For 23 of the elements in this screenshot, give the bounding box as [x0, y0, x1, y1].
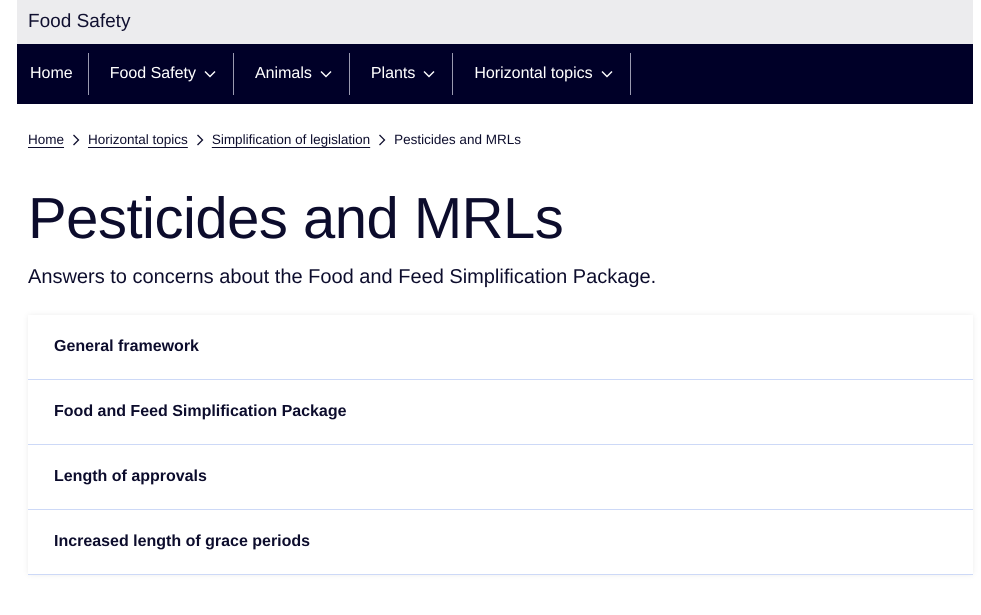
accordion-item[interactable]: Length of approvals [28, 445, 973, 510]
site-title: Food Safety [17, 0, 973, 44]
accordion-item[interactable]: General framework [28, 315, 973, 380]
page-subtitle: Answers to concerns about the Food and Feed Simplification Package. [28, 266, 658, 289]
chevron-down-icon [320, 70, 332, 78]
chevron-down-icon [204, 70, 216, 78]
nav-item[interactable]: Food Safety [88, 44, 233, 104]
nav-item[interactable]: Plants [350, 44, 452, 104]
page-title: Pesticides and MRLs [28, 185, 564, 252]
chevron-right-icon [378, 134, 386, 146]
breadcrumb-link[interactable]: Horizontal topics [88, 132, 188, 147]
nav-item[interactable]: Horizontal topics [453, 44, 630, 104]
chevron-down-icon [423, 70, 436, 78]
nav-item[interactable]: Animals [234, 44, 349, 104]
chevron-down-icon [600, 70, 613, 78]
chevron-right-icon [196, 134, 204, 146]
accordion-item[interactable]: Increased length of grace periods [28, 510, 973, 575]
accordion-item[interactable]: Food and Feed Simplification Package [28, 380, 973, 445]
breadcrumb-link[interactable]: Home [28, 132, 64, 147]
nav-item[interactable]: Home [17, 44, 88, 104]
breadcrumb-link[interactable]: Simplification of legislation [212, 132, 370, 147]
breadcrumb-current: Pesticides and MRLs [394, 132, 521, 147]
chevron-right-icon [72, 134, 80, 146]
